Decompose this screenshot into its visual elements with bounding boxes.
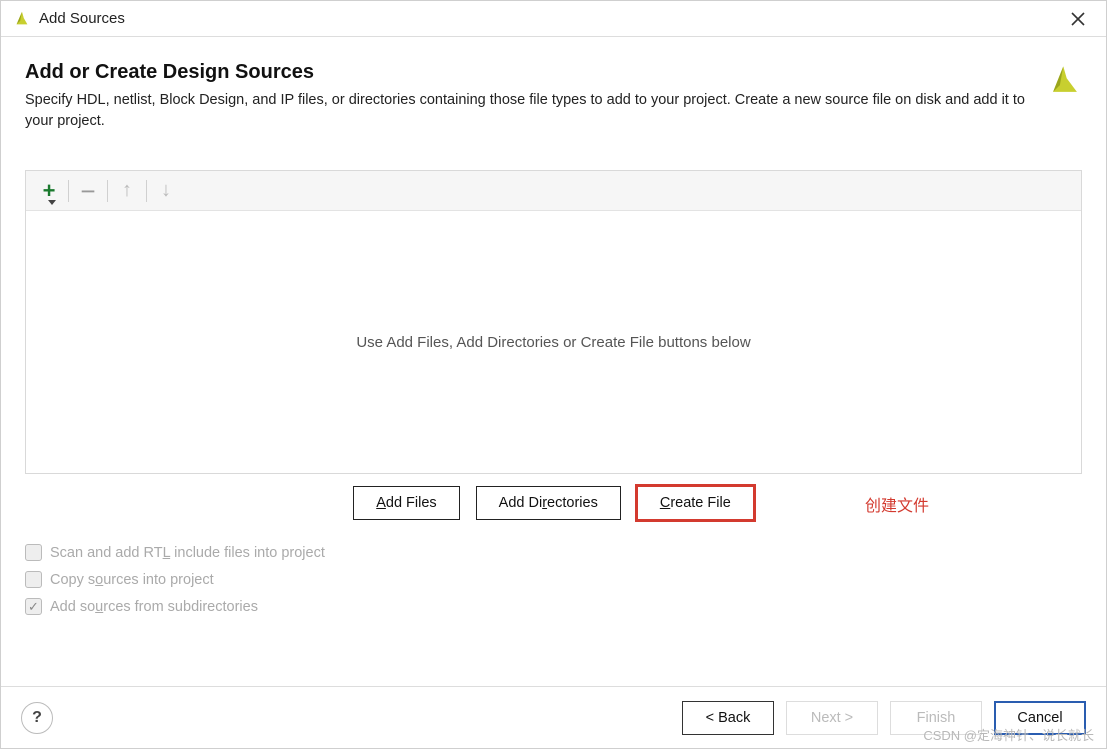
move-up-icon[interactable]: ↑ xyxy=(110,176,144,206)
titlebar: Add Sources xyxy=(1,1,1106,37)
sources-list-empty: Use Add Files, Add Directories or Create… xyxy=(26,211,1081,473)
cancel-button[interactable]: Cancel xyxy=(994,701,1086,735)
list-toolbar: + − ↑ ↓ xyxy=(26,171,1081,211)
help-button[interactable]: ? xyxy=(21,702,53,734)
dialog-body: Add or Create Design Sources Specify HDL… xyxy=(1,37,1106,686)
separator xyxy=(107,180,108,202)
actions-row: Add Files Add Directories Create File 创建… xyxy=(25,486,1082,520)
check-add-subdirs[interactable]: ✓ Add sources from subdirectories xyxy=(25,598,1082,615)
separator xyxy=(146,180,147,202)
remove-icon[interactable]: − xyxy=(71,176,105,206)
add-files-button[interactable]: Add Files xyxy=(353,486,459,520)
checkbox-icon xyxy=(25,571,42,588)
finish-button: Finish xyxy=(890,701,982,735)
app-icon xyxy=(13,10,31,28)
dialog-footer: ? < Back Next > Finish Cancel xyxy=(1,686,1106,748)
options-checkboxes: Scan and add RTL include files into proj… xyxy=(25,538,1082,625)
separator xyxy=(68,180,69,202)
back-button[interactable]: < Back xyxy=(682,701,774,735)
empty-placeholder: Use Add Files, Add Directories or Create… xyxy=(356,334,750,351)
vivado-brand-icon xyxy=(1048,63,1082,97)
add-directories-button[interactable]: Add Directories xyxy=(476,486,621,520)
close-button[interactable] xyxy=(1058,5,1098,33)
check-copy-sources[interactable]: Copy sources into project xyxy=(25,571,1082,588)
create-file-button[interactable]: Create File xyxy=(637,486,754,520)
annotation-create-file: 创建文件 xyxy=(865,492,929,516)
sources-list-panel: + − ↑ ↓ Use Add Files, Add Directories o… xyxy=(25,170,1082,474)
dialog-add-sources: Add Sources Add or Create Design Sources… xyxy=(0,0,1107,749)
page-subheading: Specify HDL, netlist, Block Design, and … xyxy=(25,90,1035,132)
move-down-icon[interactable]: ↓ xyxy=(149,176,183,206)
window-title: Add Sources xyxy=(39,10,125,27)
next-button: Next > xyxy=(786,701,878,735)
checkbox-icon xyxy=(25,544,42,561)
check-scan-rtl[interactable]: Scan and add RTL include files into proj… xyxy=(25,544,1082,561)
page-heading: Add or Create Design Sources xyxy=(25,61,1036,84)
checkbox-icon: ✓ xyxy=(25,598,42,615)
add-icon[interactable]: + xyxy=(32,176,66,206)
